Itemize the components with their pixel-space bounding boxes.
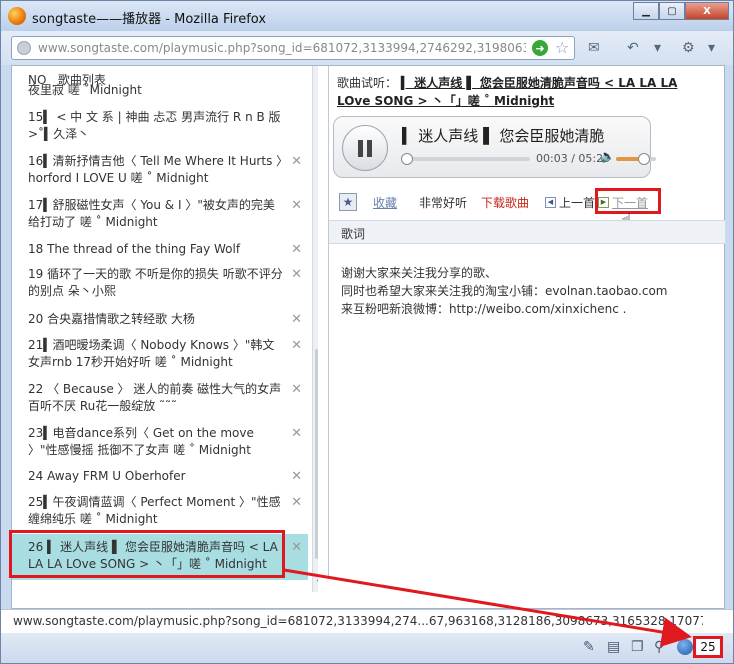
scroll-down-arrow-icon[interactable]: ▼	[315, 578, 318, 588]
song-list-item[interactable]: 19 循环了一天的歌 不听是你的损失 听歌不评分的别点 朵丶小熙 ✕	[12, 266, 308, 300]
song-list-item[interactable]: 22 〈 Because 〉 迷人的前奏 磁性大气的女声百听不厌 Ru花一般绽放…	[12, 381, 308, 415]
lyrics-text: 谢谢大家来关注我分享的歌、 同时也希望大家来关注我的淘宝小铺：evolnan.t…	[341, 264, 721, 318]
song-title[interactable]: 19 循环了一天的歌 不听是你的损失 听歌不评分的别点 朵丶小熙	[28, 267, 283, 298]
song-title[interactable]: 18 The thread of the thing Fay Wolf	[28, 242, 240, 256]
song-list-item[interactable]: 16▍清新抒情吉他〈 Tell Me Where It Hurts 〉horfo…	[12, 153, 308, 187]
search-icon[interactable]: ⚲	[654, 639, 664, 655]
status-bar: www.songtaste.com/playmusic.php?song_id=…	[1, 609, 733, 633]
maximize-button[interactable]: ▢	[659, 2, 685, 20]
delete-icon[interactable]: ✕	[291, 381, 302, 398]
download-link[interactable]: 下载歌曲	[481, 194, 529, 212]
mail-icon[interactable]: ✉	[588, 40, 600, 56]
delete-icon[interactable]: ✕	[291, 311, 302, 328]
song-trial-info: 歌曲试听： ▍ 迷人声线 ▌ 您会臣服她清脆声音吗 < LA LA LA LOv…	[337, 74, 679, 110]
song-list-item[interactable]: 20 合央嘉措情歌之转经歌 大杨 ✕	[12, 311, 308, 328]
delete-icon[interactable]: ✕	[291, 468, 302, 485]
lyrics-line: 谢谢大家来关注我分享的歌、	[341, 266, 498, 280]
window-controls: ▁ ▢ X	[633, 2, 729, 20]
song-list-item[interactable]: 25▍午夜调情蓝调〈 Perfect Moment 〉"性感缠绵纯乐 嗟 ˚ M…	[12, 494, 308, 528]
volume-slider[interactable]	[616, 153, 656, 165]
song-title[interactable]: 20 合央嘉措情歌之转经歌 大杨	[28, 312, 195, 326]
navigation-bar: www.songtaste.com/playmusic.php?song_id=…	[1, 31, 733, 65]
page-content: NO 歌曲列表 夜里寂 嗟 ˚Midnight 15▍ < 中 文 系 | 神曲…	[11, 65, 725, 609]
volume-icon[interactable]: 🔈	[600, 149, 615, 163]
delete-icon[interactable]: ✕	[291, 241, 302, 258]
song-title[interactable]: 22 〈 Because 〉 迷人的前奏 磁性大气的女声百听不厌 Ru花一般绽放…	[28, 382, 281, 413]
pause-button[interactable]	[342, 125, 388, 171]
now-playing-title: ▍ 迷人声线 ▌ 您会臣服她清脆	[402, 127, 605, 145]
address-input[interactable]: www.songtaste.com/playmusic.php?song_id=…	[38, 41, 526, 55]
progress-slider[interactable]	[401, 153, 530, 165]
delete-icon[interactable]: ✕	[291, 266, 302, 283]
song-list-item[interactable]: 24 Away FRM U Oberhofer ✕	[12, 468, 308, 485]
delete-icon[interactable]: ✕	[291, 494, 302, 511]
windows-icon[interactable]: ❐	[631, 639, 644, 655]
prev-track-link[interactable]: 上一首	[559, 194, 595, 212]
window-title: songtaste——播放器 - Mozilla Firefox	[32, 12, 267, 27]
firefox-icon	[8, 7, 26, 25]
undo-icon[interactable]: ↶	[627, 40, 639, 56]
volume-handle[interactable]	[638, 153, 650, 165]
delete-icon[interactable]: ✕	[291, 197, 302, 214]
playlist-scrollbar[interactable]: ▼	[312, 66, 318, 592]
song-list-item[interactable]: 15▍ < 中 文 系 | 神曲 忐忑 男声流行 R n B 版 >˚▍久泽丶	[12, 109, 308, 143]
menu-chevron-icon[interactable]: ▾	[708, 40, 715, 56]
very-good-button[interactable]: 非常好听	[419, 194, 467, 212]
song-title[interactable]: 24 Away FRM U Oberhofer	[28, 469, 186, 483]
title-bar: songtaste——播放器 - Mozilla Firefox ▁ ▢ X	[1, 1, 733, 31]
bookmark-star-icon[interactable]: ☆	[555, 38, 569, 57]
song-title[interactable]: 15▍ < 中 文 系 | 神曲 忐忑 男声流行 R n B 版 >˚▍久泽丶	[28, 110, 281, 141]
lyrics-header: 歌词	[329, 220, 725, 244]
song-list-item[interactable]: 夜里寂 嗟 ˚Midnight	[12, 82, 308, 99]
scrollbar-thumb[interactable]	[315, 349, 318, 559]
song-title[interactable]: 21▍酒吧暧场柔调〈 Nobody Knows 〉"韩文女声rnb 17秒开始好…	[28, 338, 274, 369]
globe-icon[interactable]	[677, 639, 693, 655]
audio-player: ▍ 迷人声线 ▌ 您会臣服她清脆 00:03 / 05:25 🔈	[333, 116, 656, 178]
favorite-link[interactable]: 收藏	[373, 194, 397, 212]
close-button[interactable]: X	[685, 2, 729, 20]
lyrics-line: 来互粉吧新浪微博：http://weibo.com/xinxichenc .	[341, 302, 627, 316]
time-display: 00:03 / 05:25	[536, 152, 611, 165]
prev-track-icon[interactable]: ◀	[545, 197, 556, 208]
chevron-down-icon[interactable]: ▾	[654, 40, 661, 56]
song-title[interactable]: 16▍清新抒情吉他〈 Tell Me Where It Hurts 〉horfo…	[28, 154, 282, 185]
song-title[interactable]: 23▍电音dance系列〈 Get on the move 〉"性感慢摇 抵御不…	[28, 426, 254, 457]
film-icon[interactable]: ▤	[607, 639, 620, 655]
song-title[interactable]: 17▍舒服磁性女声〈 You & I 〉"被女声的完美给打动了 嗟 ˚ Midn…	[28, 198, 275, 229]
progress-handle[interactable]	[401, 153, 414, 165]
go-arrow-icon[interactable]: ➜	[532, 40, 548, 56]
site-identity-icon[interactable]	[17, 41, 31, 55]
active-song-highlight-box	[9, 530, 285, 578]
playlist-panel: NO 歌曲列表 夜里寂 嗟 ˚Midnight 15▍ < 中 文 系 | 神曲…	[12, 66, 318, 592]
lyrics-line: 同时也希望大家来关注我的淘宝小铺：evolnan.taobao.com	[341, 284, 668, 298]
song-title[interactable]: 夜里寂 嗟 ˚Midnight	[28, 83, 142, 97]
song-list-item[interactable]: 18 The thread of the thing Fay Wolf ✕	[12, 241, 308, 258]
pen-icon[interactable]: ✎	[583, 639, 595, 655]
song-list-item[interactable]: 23▍电音dance系列〈 Get on the move 〉"性感慢摇 抵御不…	[12, 425, 308, 459]
song-list-item[interactable]: 21▍酒吧暧场柔调〈 Nobody Knows 〉"韩文女声rnb 17秒开始好…	[12, 337, 308, 371]
song-list-item[interactable]: 17▍舒服磁性女声〈 You & I 〉"被女声的完美给打动了 嗟 ˚ Midn…	[12, 197, 308, 231]
player-panel: 歌曲试听： ▍ 迷人声线 ▌ 您会臣服她清脆声音吗 < LA LA LA LOv…	[328, 66, 726, 576]
delete-icon[interactable]: ✕	[291, 539, 302, 556]
addon-count-badge[interactable]: 25	[693, 636, 723, 658]
song-title[interactable]: 25▍午夜调情蓝调〈 Perfect Moment 〉"性感缠绵纯乐 嗟 ˚ M…	[28, 495, 281, 526]
delete-icon[interactable]: ✕	[291, 153, 302, 170]
address-bar[interactable]: www.songtaste.com/playmusic.php?song_id=…	[11, 36, 575, 60]
trial-label: 歌曲试听：	[337, 76, 398, 90]
status-url: www.songtaste.com/playmusic.php?song_id=…	[13, 614, 703, 628]
favorite-star-icon[interactable]: ★	[339, 193, 357, 211]
delete-icon[interactable]: ✕	[291, 425, 302, 442]
delete-icon[interactable]: ✕	[291, 337, 302, 354]
addon-bar: ✎ ▤ ❐ ⚲ 25	[1, 633, 733, 663]
minimize-button[interactable]: ▁	[633, 2, 659, 20]
tools-icon[interactable]: ⚙	[682, 40, 695, 56]
